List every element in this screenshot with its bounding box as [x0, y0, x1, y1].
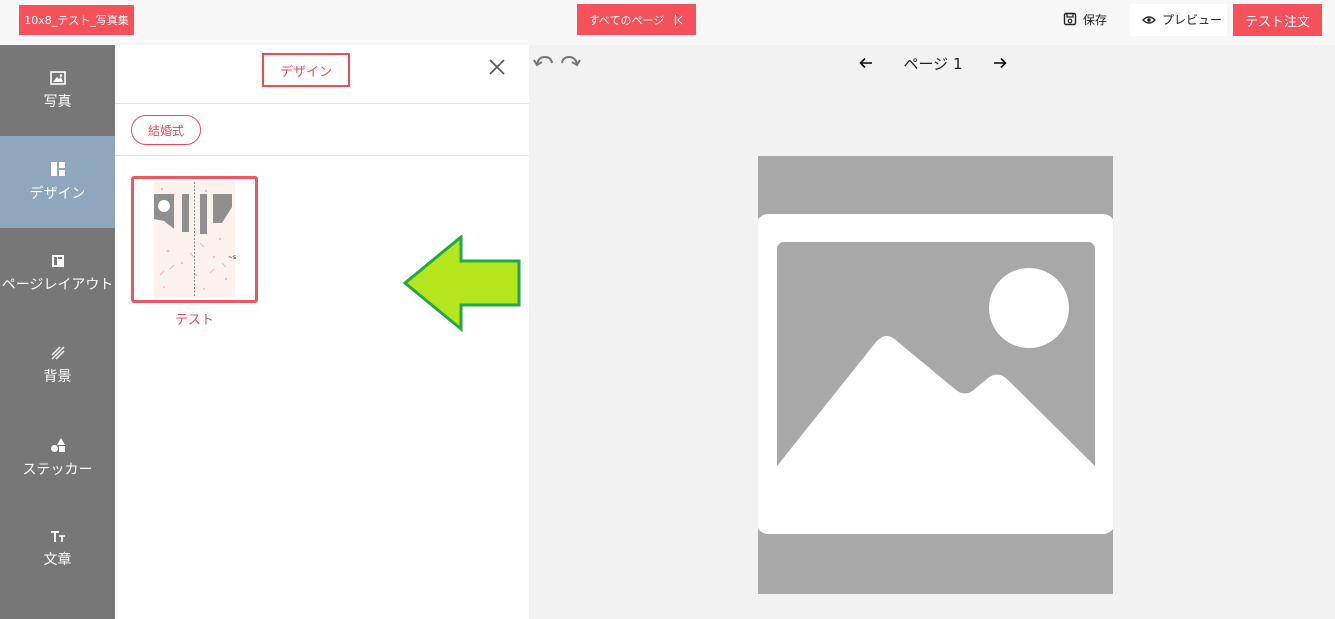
page-label: ページ 1: [903, 54, 963, 73]
shapes-icon: [50, 438, 65, 452]
top-bar: 10x8_テスト_写真集 すべてのページ 保存 プレビュー テスト注文: [0, 0, 1335, 45]
design-thumbnail[interactable]: ~s: [131, 176, 258, 303]
sidebar-item-background[interactable]: 背景: [0, 320, 115, 412]
page-layout-icon: [51, 255, 64, 267]
sidebar-item-label: デザイン: [29, 186, 86, 202]
divider: [115, 155, 529, 156]
sidebar-item-text[interactable]: 文章: [0, 504, 115, 596]
panel-title: デザイン: [262, 53, 350, 87]
sidebar: 写真 デザイン ページレイアウト 背景 ステッカー 文章: [0, 45, 115, 619]
sidebar-item-page-layout[interactable]: ページレイアウト: [0, 228, 115, 320]
design-panel: デザイン 結婚式 ~s テスト: [115, 45, 529, 619]
redo-icon[interactable]: [559, 53, 581, 69]
sidebar-item-design[interactable]: デザイン: [0, 136, 115, 228]
project-name-button[interactable]: 10x8_テスト_写真集: [19, 5, 134, 35]
svg-text:~s: ~s: [228, 254, 236, 261]
undo-icon[interactable]: [533, 53, 555, 69]
canvas-area: ページ 1: [529, 45, 1335, 619]
design-item-label: テスト: [174, 313, 214, 328]
all-pages-label: すべてのページ: [588, 13, 665, 27]
preview-button[interactable]: プレビュー: [1130, 4, 1227, 36]
undo-redo-group: [533, 53, 581, 69]
arrow-right-icon[interactable]: [993, 57, 1007, 69]
text-icon: [50, 531, 65, 542]
sidebar-item-label: 文章: [43, 552, 72, 568]
category-chip-wedding[interactable]: 結婚式: [131, 115, 201, 145]
sidebar-item-label: ステッカー: [22, 462, 93, 478]
sidebar-item-stickers[interactable]: ステッカー: [0, 412, 115, 504]
save-button[interactable]: 保存: [1063, 6, 1107, 32]
all-pages-button[interactable]: すべてのページ: [577, 4, 696, 35]
collapse-left-icon: [675, 14, 683, 25]
sidebar-item-label: 写真: [43, 94, 72, 110]
sidebar-item-photos[interactable]: 写真: [0, 45, 115, 137]
test-order-button[interactable]: テスト注文: [1233, 4, 1322, 36]
close-icon[interactable]: [485, 55, 509, 79]
image-icon: [49, 71, 66, 85]
eye-icon: [1142, 16, 1156, 24]
sidebar-item-label: ページレイアウト: [1, 277, 114, 293]
arrow-left-annotation-icon: [402, 235, 521, 333]
page-canvas[interactable]: [758, 156, 1113, 594]
page-navigator: ページ 1: [859, 51, 1007, 75]
arrow-left-icon[interactable]: [859, 57, 873, 69]
layout-icon: [50, 162, 65, 176]
save-icon: [1063, 12, 1077, 26]
sidebar-item-label: 背景: [43, 369, 72, 385]
save-label: 保存: [1083, 12, 1108, 27]
design-preview-image: ~s: [134, 179, 255, 300]
divider: [115, 103, 529, 104]
preview-label: プレビュー: [1162, 13, 1223, 27]
background-icon: [51, 346, 64, 360]
photo-placeholder-icon: [758, 156, 1113, 594]
